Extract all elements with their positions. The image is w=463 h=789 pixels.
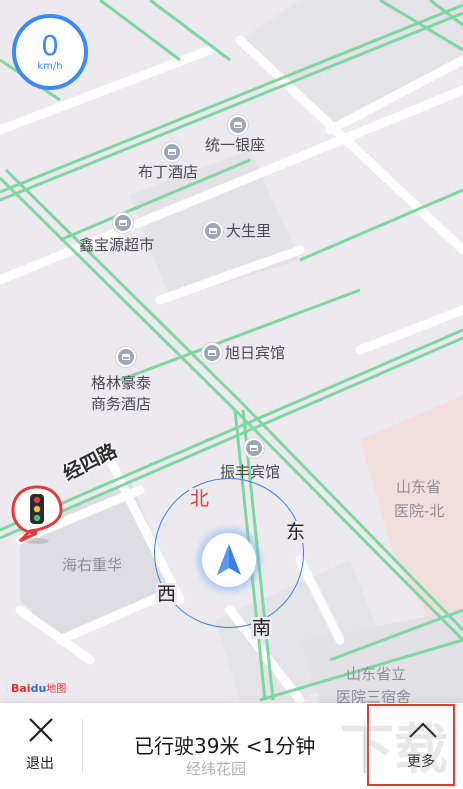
navigation-arrow-icon xyxy=(217,544,241,575)
poi-label-dashengli[interactable]: 大生里 xyxy=(226,221,271,242)
poi-label-hotel-buding[interactable]: 布丁酒店 xyxy=(138,162,198,183)
bank-poi-icon[interactable] xyxy=(228,115,248,135)
speed-unit: km/h xyxy=(37,61,63,72)
baidu-logo-ditu: 地图 xyxy=(46,684,67,695)
poi-label-bank[interactable]: 统一银座 xyxy=(205,135,265,156)
chevron-up-icon xyxy=(409,722,437,738)
traffic-light-icon xyxy=(11,485,63,544)
hotel-poi-icon[interactable] xyxy=(202,343,222,363)
compass-north-label: 北 xyxy=(189,488,211,510)
region-label-hospital-line2: 医院-北 xyxy=(394,502,445,520)
paw-icon: du xyxy=(30,682,47,695)
compass-west-label: 西 xyxy=(156,583,178,605)
more-button[interactable]: 更多 xyxy=(367,704,455,786)
compass-east-label: 东 xyxy=(285,521,307,543)
trip-info-text: 已行驶39米 <1分钟 xyxy=(134,734,316,758)
divider xyxy=(82,719,83,773)
more-button-label: 更多 xyxy=(407,754,435,770)
poi-label-xuri-hotel[interactable]: 旭日宾馆 xyxy=(225,343,285,364)
speed-indicator: 0 km/h xyxy=(12,14,88,90)
poi-label-supermarket[interactable]: 鑫宝源超市 xyxy=(79,235,154,256)
navigation-bottom-bar: 退出 已行驶39米 <1分钟 更多 经纬花园 xyxy=(0,703,463,789)
current-location-marker[interactable] xyxy=(202,533,256,587)
traffic-light-button[interactable] xyxy=(10,483,68,545)
hotel-poi-icon[interactable] xyxy=(116,347,136,367)
shop-poi-icon[interactable] xyxy=(113,213,133,233)
poi-label-greentree-line2[interactable]: 商务酒店 xyxy=(91,394,151,415)
region-label-haiyou: 海右重华 xyxy=(62,556,123,574)
hotel-poi-icon[interactable] xyxy=(162,142,182,162)
region-label-hospital-line1: 山东省 xyxy=(396,478,442,496)
close-icon xyxy=(29,718,53,742)
hotel-poi-icon[interactable] xyxy=(244,438,264,458)
compass-south-label: 南 xyxy=(251,617,273,639)
region-label-dorm-line1: 山东省立 xyxy=(346,665,407,683)
region-label-jingwei-garden: 经纬花园 xyxy=(186,760,247,778)
speed-value: 0 xyxy=(41,29,59,62)
baidu-map-logo: Baidu地图 xyxy=(11,680,66,695)
residential-poi-icon[interactable] xyxy=(203,221,223,241)
exit-button-label: 退出 xyxy=(26,756,54,772)
baidu-logo-text: Bai xyxy=(11,682,31,695)
exit-button[interactable]: 退出 xyxy=(0,703,82,789)
poi-label-greentree-line1[interactable]: 格林豪泰 xyxy=(91,373,151,394)
divider xyxy=(364,719,365,773)
